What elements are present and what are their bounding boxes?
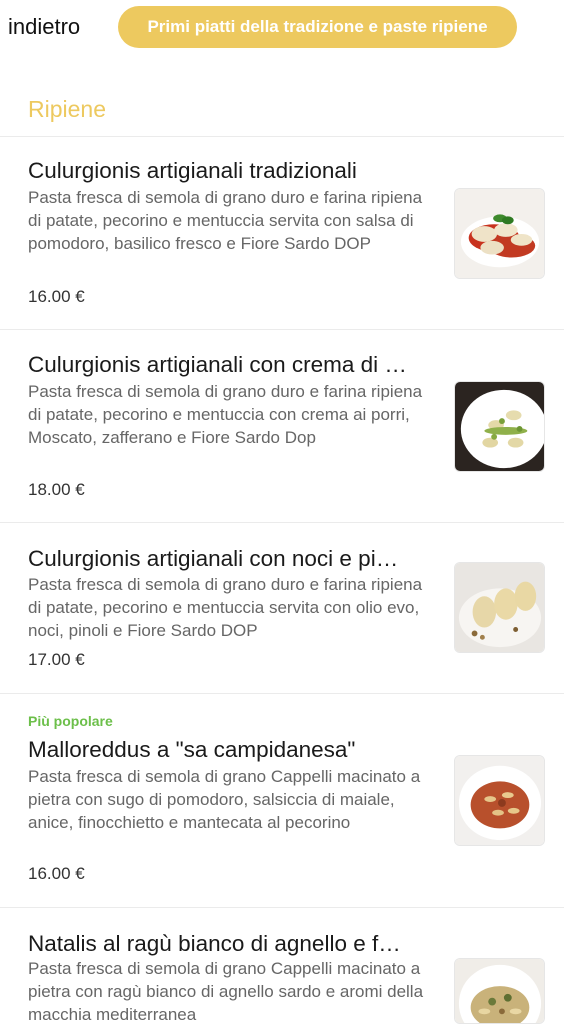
- back-button[interactable]: indietro: [8, 14, 80, 40]
- top-bar: indietro Primi piatti della tradizione e…: [0, 0, 564, 56]
- item-description: Pasta fresca di semola di grano Cappelli…: [28, 959, 424, 1024]
- menu-item[interactable]: Culurgionis artigianali tradizionali Pas…: [0, 137, 564, 329]
- item-price: 16.00 €: [28, 287, 85, 306]
- item-name: Malloreddus a "sa campidanesa": [28, 737, 356, 762]
- item-name: Culurgionis artigianali con crema di …: [28, 352, 407, 377]
- culurgionis-tomato-photo: [454, 188, 545, 279]
- culurgionis-leek-photo: [454, 381, 545, 472]
- item-price: 18.00 €: [28, 480, 85, 499]
- item-price: 16.00 €: [28, 864, 85, 883]
- item-description: Pasta fresca di semola di grano duro e f…: [28, 575, 423, 640]
- section-title: Ripiene: [28, 96, 106, 122]
- culurgionis-walnut-photo: [454, 562, 545, 653]
- malloreddus-photo: [454, 755, 545, 846]
- item-description: Pasta fresca di semola di grano Cappelli…: [28, 767, 421, 832]
- category-pill[interactable]: Primi piatti della tradizione e paste ri…: [118, 6, 517, 48]
- item-price: 17.00 €: [28, 650, 85, 669]
- menu-item[interactable]: Natalis al ragù bianco di agnello e f… P…: [0, 908, 564, 1024]
- item-name: Natalis al ragù bianco di agnello e f…: [28, 931, 401, 956]
- item-description: Pasta fresca di semola di grano duro e f…: [28, 188, 423, 253]
- item-description: Pasta fresca di semola di grano duro e f…: [28, 382, 423, 447]
- item-name: Culurgionis artigianali tradizionali: [28, 158, 357, 183]
- menu-item[interactable]: Più popolare Malloreddus a "sa campidane…: [0, 694, 564, 907]
- popular-badge: Più popolare: [28, 713, 113, 729]
- item-name: Culurgionis artigianali con noci e pi…: [28, 546, 399, 571]
- menu-item[interactable]: Culurgionis artigianali con crema di … P…: [0, 330, 564, 522]
- menu-item[interactable]: Culurgionis artigianali con noci e pi… P…: [0, 523, 564, 693]
- natalis-photo: [454, 958, 545, 1024]
